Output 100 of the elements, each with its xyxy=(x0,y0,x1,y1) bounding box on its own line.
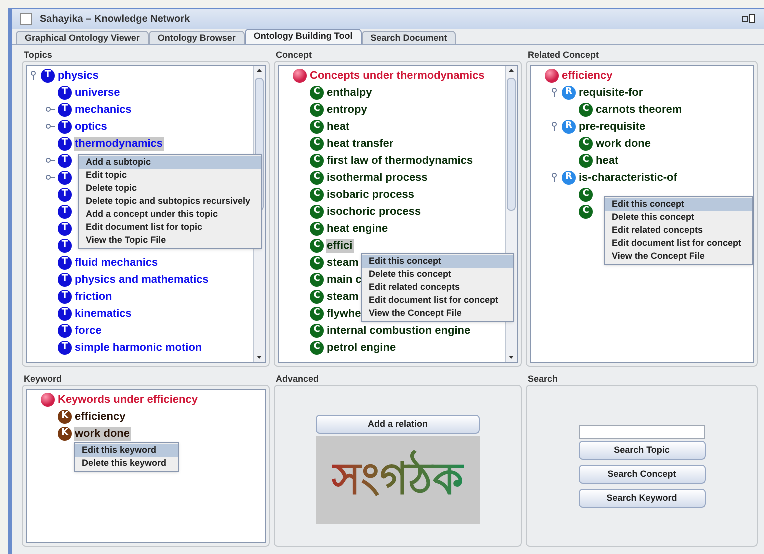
tab[interactable]: Graphical Ontology Viewer xyxy=(16,31,149,44)
tree-node-label[interactable]: pre-requisite xyxy=(578,120,647,134)
collapsed-handle-icon[interactable] xyxy=(46,122,55,131)
tree-node-label[interactable]: requisite-for xyxy=(578,86,644,100)
menu-item[interactable]: View the Topic File xyxy=(79,234,261,247)
tree-node-label[interactable]: optics xyxy=(74,120,108,134)
tree-node-label[interactable]: mechanics xyxy=(74,102,133,116)
menu-item[interactable]: Edit topic xyxy=(79,169,261,182)
menu-item[interactable]: View the Concept File xyxy=(362,307,513,320)
window-title: Sahayika – Knowledge Network xyxy=(40,12,190,26)
tree-node-label[interactable]: efficiency xyxy=(74,410,127,424)
concept-badge: C xyxy=(310,340,324,354)
tree-node-label[interactable]: first law of thermodynamics xyxy=(326,154,474,168)
concept-badge: C xyxy=(310,188,324,202)
panel-title: Search xyxy=(527,373,560,385)
menu-item[interactable]: Edit document list for concept xyxy=(605,237,752,250)
tree-node-label[interactable]: Concepts under thermodynamics xyxy=(309,68,486,82)
tree-node-label[interactable]: heat engine xyxy=(326,222,390,236)
panel-title: Related Concept xyxy=(527,49,600,61)
tree-node-label[interactable]: petrol engine xyxy=(326,340,398,354)
topic-badge: T xyxy=(58,306,72,320)
tree-node-label[interactable]: isobaric process xyxy=(326,188,416,202)
tab[interactable]: Search Document xyxy=(362,31,456,44)
tree-node-label[interactable]: efficiency xyxy=(561,68,614,82)
restore-icon[interactable] xyxy=(742,14,756,24)
tree-node-label[interactable]: entropy xyxy=(326,102,368,116)
topic-badge: T xyxy=(58,136,72,150)
collapsed-handle-icon[interactable] xyxy=(46,173,55,182)
tree-node-label[interactable]: enthalpy xyxy=(326,86,374,100)
concept-badge: C xyxy=(310,154,324,168)
tree-node-label[interactable]: heat xyxy=(595,154,620,168)
menu-item[interactable]: Edit related concepts xyxy=(362,281,513,294)
expanded-handle-icon[interactable] xyxy=(29,71,38,80)
add-relation-button[interactable]: Add a relation xyxy=(316,415,480,434)
concept-badge: C xyxy=(310,86,324,100)
tree-node-label[interactable]: work done xyxy=(595,136,652,150)
tree-node-label[interactable]: steam xyxy=(326,256,360,270)
tree-node-label[interactable]: friction xyxy=(74,290,114,304)
collapsed-handle-icon[interactable] xyxy=(46,105,55,114)
search-button[interactable]: Search Topic xyxy=(578,441,706,460)
tree-node-label[interactable]: heat xyxy=(326,120,351,134)
collapsed-handle-icon[interactable] xyxy=(46,156,55,165)
menu-item[interactable]: Delete this keyword xyxy=(75,457,178,470)
tree-node-label[interactable]: isochoric process xyxy=(326,204,422,218)
topic-badge: T xyxy=(58,204,72,218)
tree-node-label[interactable]: simple harmonic motion xyxy=(74,340,204,354)
tree-node-label[interactable]: internal combustion engine xyxy=(326,324,472,338)
panel-title: Advanced xyxy=(275,373,320,385)
tree-node-label[interactable]: physics and mathematics xyxy=(74,272,210,286)
menu-item[interactable]: View the Concept File xyxy=(605,250,752,263)
menu-item[interactable]: Add a subtopic xyxy=(79,156,261,169)
topic-badge: T xyxy=(58,86,72,100)
search-button[interactable]: Search Concept xyxy=(578,465,706,484)
tree-node-label[interactable]: force xyxy=(74,324,103,338)
topic-badge: T xyxy=(58,120,72,134)
tree-node-label[interactable]: work done xyxy=(74,426,132,440)
expanded-handle-icon[interactable] xyxy=(550,88,559,97)
menu-item[interactable]: Delete topic and subtopics recursively xyxy=(79,195,261,208)
tree-node-label[interactable]: heat transfer xyxy=(326,136,395,150)
menu-item[interactable]: Edit related concepts xyxy=(605,224,752,237)
tree-node-label[interactable]: is-characteristic-of xyxy=(578,170,678,184)
concept-badge: C xyxy=(579,154,593,168)
tab[interactable]: Ontology Browser xyxy=(148,31,245,44)
concept-badge: C xyxy=(310,136,324,150)
menu-item[interactable]: Delete this concept xyxy=(605,211,752,224)
tree-node-label[interactable]: fluid mechanics xyxy=(74,256,160,270)
search-button[interactable]: Search Keyword xyxy=(578,489,706,508)
menu-item[interactable]: Edit document list for concept xyxy=(362,294,513,307)
topic-badge: T xyxy=(58,170,72,184)
topic-badge: T xyxy=(41,68,55,82)
search-field[interactable] xyxy=(579,425,705,439)
menu-item[interactable]: Delete this concept xyxy=(362,268,513,281)
tree-node-label[interactable]: effici xyxy=(326,238,354,252)
menu-item[interactable]: Edit document list for topic xyxy=(79,221,261,234)
menu-item[interactable]: Edit this concept xyxy=(362,255,513,268)
tree-node-label[interactable]: thermodynamics xyxy=(74,136,164,150)
tree-node-label[interactable]: kinematics xyxy=(74,306,133,320)
tab[interactable]: Ontology Building Tool xyxy=(244,29,362,44)
tree-node-label[interactable]: isothermal process xyxy=(326,170,429,184)
menu-item[interactable]: Add a concept under this topic xyxy=(79,208,261,221)
tree-node-label[interactable]: carnots theorem xyxy=(595,102,684,116)
menu-item[interactable]: Edit this concept xyxy=(605,198,752,211)
tree-node-label[interactable]: physics xyxy=(57,68,100,82)
concept-badge: C xyxy=(310,306,324,320)
topic-badge: T xyxy=(58,340,72,354)
concept-badge: C xyxy=(310,102,324,116)
tree-node-label[interactable]: Keywords under efficiency xyxy=(57,392,199,406)
menu-item[interactable]: Edit this keyword xyxy=(75,444,178,457)
menu-item[interactable]: Delete topic xyxy=(79,182,261,195)
concept-badge: C xyxy=(310,324,324,338)
tree-node-label[interactable]: main c xyxy=(326,272,363,286)
topic-badge: T xyxy=(58,102,72,116)
expanded-handle-icon[interactable] xyxy=(550,173,559,182)
concept-badge: C xyxy=(310,120,324,134)
concept-badge: C xyxy=(579,188,593,202)
tree-node-label[interactable]: steam xyxy=(326,290,360,304)
topic-badge: T xyxy=(58,324,72,338)
tree-node-label[interactable]: flywhe xyxy=(326,306,362,320)
tree-node-label[interactable]: universe xyxy=(74,86,122,100)
expanded-handle-icon[interactable] xyxy=(550,122,559,131)
